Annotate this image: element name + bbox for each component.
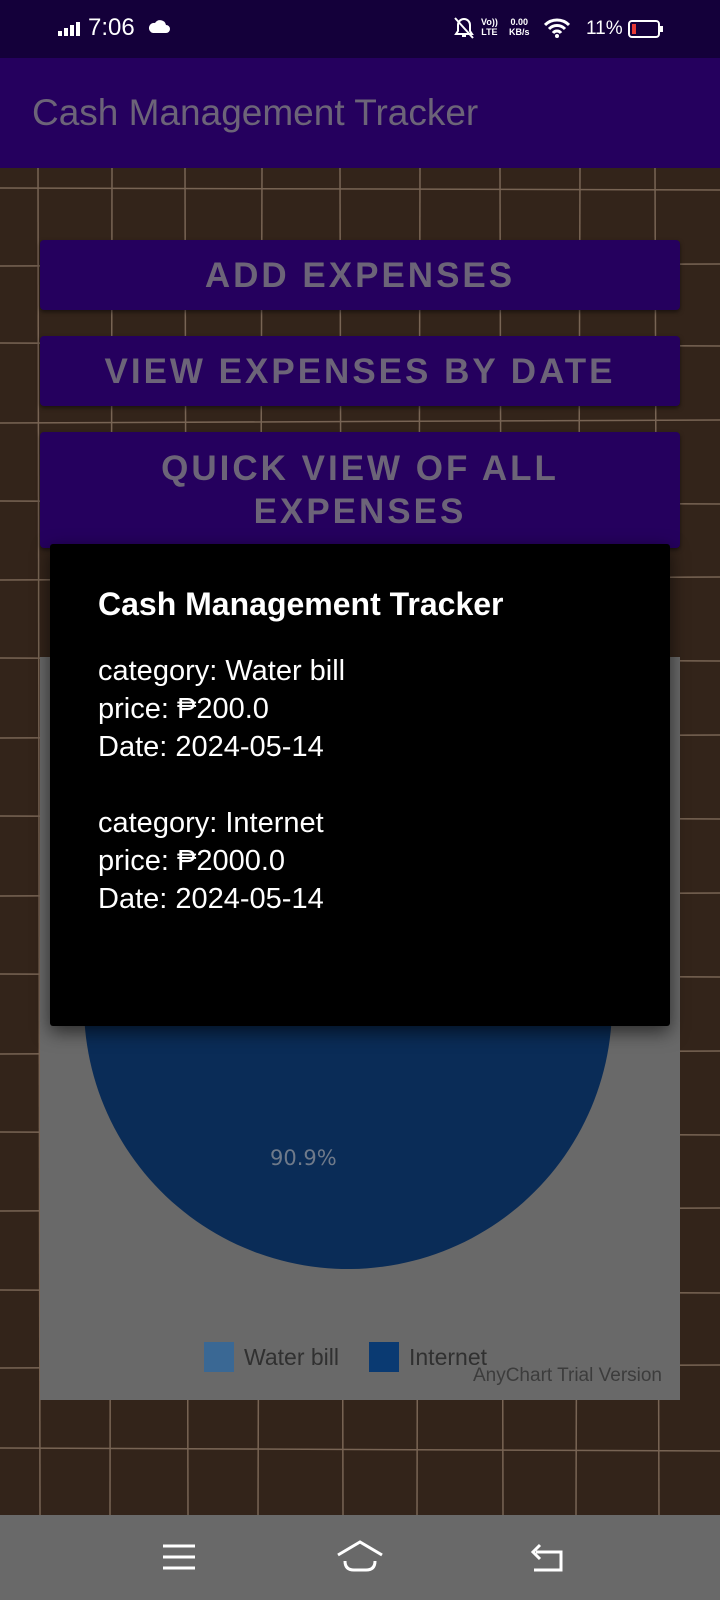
menu-icon[interactable] <box>162 1543 196 1571</box>
entry-category: category: Water bill <box>98 655 346 687</box>
chart-watermark: AnyChart Trial Version <box>472 1365 662 1386</box>
dialog-title: Cash Management Tracker <box>98 586 504 622</box>
legend-label: Water bill <box>244 1343 339 1370</box>
battery-icon <box>628 20 663 38</box>
expense-entry: category: Internet price: ₱2000.0 Date: … <box>98 804 345 918</box>
expense-entry: category: Water bill price: ₱200.0 Date:… <box>98 652 345 766</box>
chart-legend: Water bill Internet <box>204 1342 517 1372</box>
home-icon[interactable] <box>336 1539 384 1573</box>
pie-data-label: 90.9% <box>270 1146 337 1170</box>
network-speed: 0.00 KB/s <box>509 17 530 37</box>
legend-item-internet[interactable]: Internet <box>369 1342 487 1372</box>
status-bar: 7:06 Vo)) LTE 0.00 KB/s 11% <box>0 0 720 58</box>
dialog-body: category: Water bill price: ₱200.0 Date:… <box>98 652 345 956</box>
entry-date: Date: 2024-05-14 <box>98 731 324 763</box>
system-nav-bar <box>0 1515 720 1600</box>
cloud-icon <box>148 20 170 33</box>
entry-price: price: ₱200.0 <box>98 693 269 725</box>
legend-item-water-bill[interactable]: Water bill <box>204 1342 339 1372</box>
back-icon[interactable] <box>528 1543 564 1573</box>
legend-swatch <box>369 1342 399 1372</box>
legend-swatch <box>204 1342 234 1372</box>
wifi-icon <box>544 18 570 38</box>
entry-price: price: ₱2000.0 <box>98 845 286 877</box>
expenses-dialog: Cash Management Tracker category: Water … <box>50 544 670 1026</box>
volte-icon: Vo)) LTE <box>481 17 498 37</box>
entry-date: Date: 2024-05-14 <box>98 883 324 915</box>
clock: 7:06 <box>88 14 135 41</box>
view-expenses-by-date-button[interactable]: VIEW EXPENSES BY DATE <box>40 336 680 406</box>
quick-view-all-expenses-button[interactable]: QUICK VIEW OF ALL EXPENSES <box>40 432 680 548</box>
app-title: Cash Management Tracker <box>32 92 479 133</box>
app-bar: Cash Management Tracker <box>0 58 720 168</box>
signal-icon <box>58 22 80 36</box>
mute-icon <box>454 17 474 39</box>
add-expenses-button[interactable]: ADD EXPENSES <box>40 240 680 310</box>
battery-percent: 11% <box>586 18 623 39</box>
entry-category: category: Internet <box>98 807 324 839</box>
